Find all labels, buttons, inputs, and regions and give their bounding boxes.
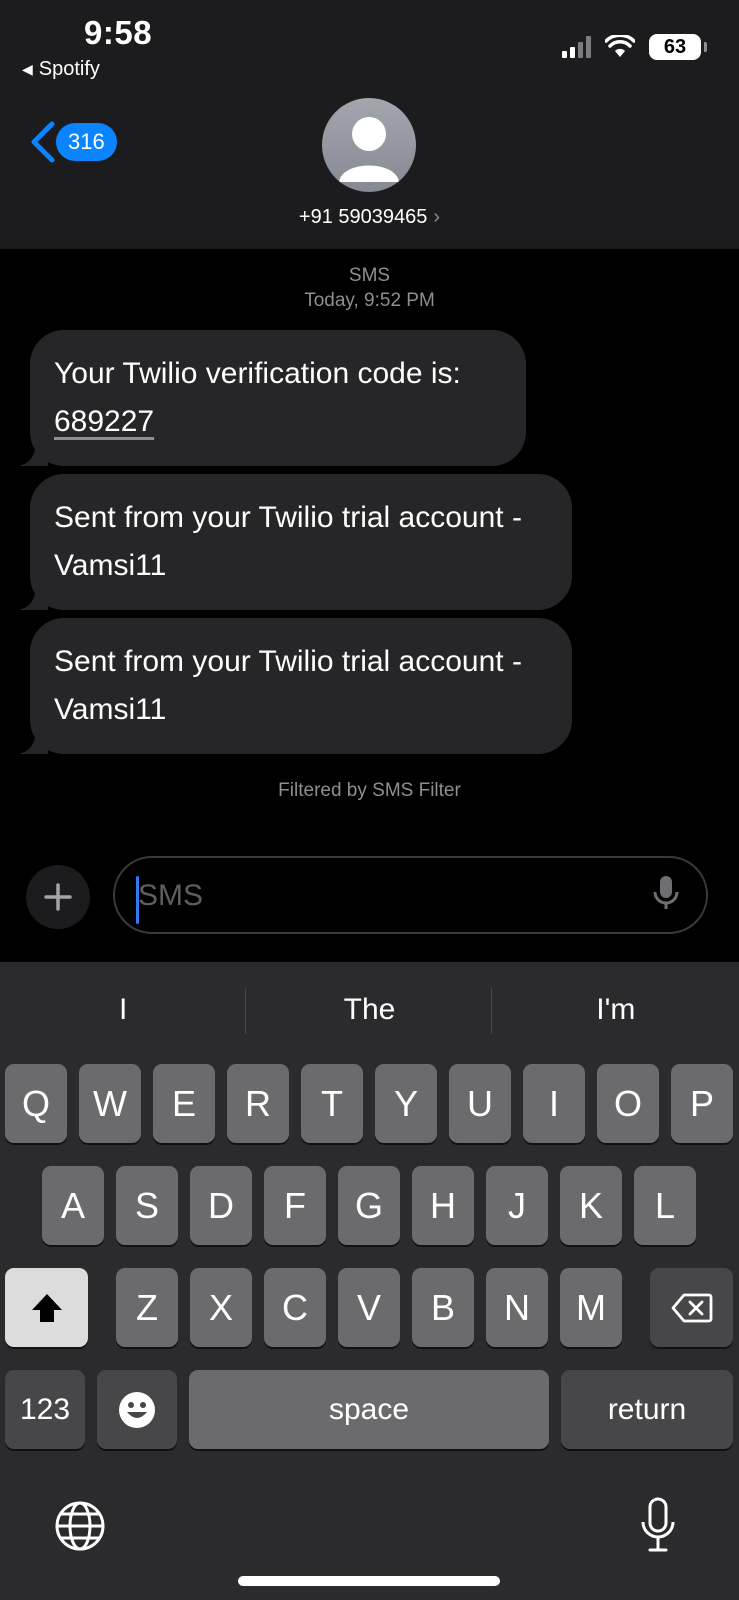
status-time: 9:58 [84, 14, 153, 51]
key-o[interactable]: O [597, 1064, 659, 1143]
suggestion-divider [491, 988, 492, 1034]
service-label: SMS [348, 265, 391, 286]
key-f[interactable]: F [264, 1166, 326, 1245]
suggestion-bar: I The I'm [0, 975, 739, 1045]
emoji-key[interactable] [97, 1370, 177, 1449]
space-key[interactable]: space [189, 1370, 549, 1449]
key-a[interactable]: A [42, 1166, 104, 1245]
key-l[interactable]: L [634, 1166, 696, 1245]
key-m[interactable]: M [560, 1268, 622, 1347]
contact-name[interactable]: +91 59039465 › [0, 206, 739, 229]
message-bubble[interactable]: Your Twilio verification code is: 689227 [18, 330, 526, 466]
key-p[interactable]: P [671, 1064, 733, 1143]
back-to-app-link[interactable]: ◀ Spotify [22, 58, 100, 81]
key-q[interactable]: Q [5, 1064, 67, 1143]
microphone-icon[interactable] [652, 874, 680, 912]
key-h[interactable]: H [412, 1166, 474, 1245]
message-bubble[interactable]: Sent from your Twilio trial account - Va… [18, 618, 572, 754]
key-x[interactable]: X [190, 1268, 252, 1347]
home-indicator[interactable] [238, 1576, 500, 1586]
chevron-right-icon: › [433, 206, 441, 228]
key-u[interactable]: U [449, 1064, 511, 1143]
numbers-key[interactable]: 123 [5, 1370, 85, 1449]
delete-icon [671, 1293, 712, 1322]
key-k[interactable]: K [560, 1166, 622, 1245]
delete-key[interactable] [650, 1268, 733, 1347]
contact-avatar[interactable] [322, 98, 416, 192]
status-icons: 63 [562, 34, 707, 60]
key-v[interactable]: V [338, 1268, 400, 1347]
key-z[interactable]: Z [116, 1268, 178, 1347]
dictation-icon[interactable] [640, 1496, 676, 1554]
message-timestamp: Today, 9:52 PM [304, 290, 435, 311]
back-button[interactable]: 316 [28, 120, 117, 164]
key-j[interactable]: J [486, 1166, 548, 1245]
message-input-placeholder: SMS [138, 879, 204, 912]
key-b[interactable]: B [412, 1268, 474, 1347]
back-app-label: Spotify [38, 58, 100, 80]
shift-key[interactable] [5, 1268, 88, 1347]
plus-icon [44, 883, 72, 911]
key-n[interactable]: N [486, 1268, 548, 1347]
message-text: Your Twilio verification code is: [54, 357, 461, 390]
key-t[interactable]: T [301, 1064, 363, 1143]
suggestion-item[interactable]: The [246, 975, 492, 1045]
suggestion-divider [245, 988, 246, 1034]
key-d[interactable]: D [190, 1166, 252, 1245]
key-s[interactable]: S [116, 1166, 178, 1245]
cellular-signal-icon [562, 36, 591, 58]
key-e[interactable]: E [153, 1064, 215, 1143]
message-bubble[interactable]: Sent from your Twilio trial account - Va… [18, 474, 572, 610]
suggestion-item[interactable]: I'm [493, 975, 739, 1045]
key-i[interactable]: I [523, 1064, 585, 1143]
back-chevron-icon [31, 121, 55, 163]
wifi-icon [605, 35, 635, 57]
shift-icon [31, 1293, 62, 1322]
key-y[interactable]: Y [375, 1064, 437, 1143]
key-r[interactable]: R [227, 1064, 289, 1143]
key-g[interactable]: G [338, 1166, 400, 1245]
unread-count-badge: 316 [56, 123, 117, 161]
contact-avatar-icon [339, 117, 399, 182]
globe-icon[interactable] [54, 1500, 106, 1552]
contact-number: +91 59039465 [298, 206, 428, 228]
back-triangle-icon: ◀ [22, 61, 33, 77]
suggestion-item[interactable]: I [0, 975, 246, 1045]
battery-icon: 63 [649, 34, 707, 60]
key-c[interactable]: C [264, 1268, 326, 1347]
message-text: Sent from your Twilio trial account - Va… [30, 474, 572, 610]
filter-note: Filtered by SMS Filter [278, 780, 461, 801]
message-text: Sent from your Twilio trial account - Va… [30, 618, 572, 754]
verification-code-link[interactable]: 689227 [54, 398, 502, 446]
key-w[interactable]: W [79, 1064, 141, 1143]
apps-button[interactable] [26, 865, 90, 929]
return-key[interactable]: return [561, 1370, 733, 1449]
emoji-icon [119, 1391, 155, 1428]
